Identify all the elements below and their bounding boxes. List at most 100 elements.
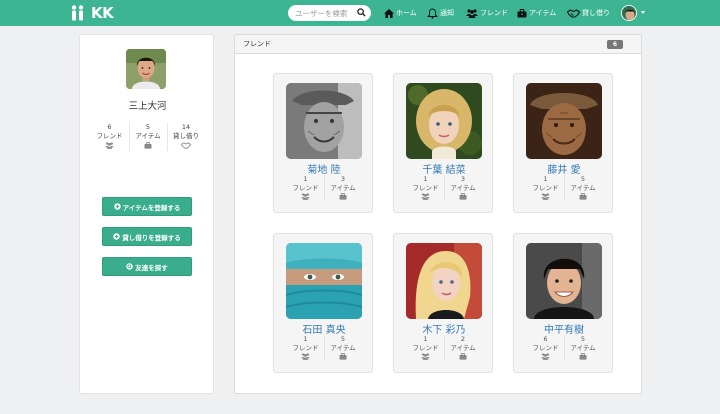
profile-stat-friends[interactable]: 6 フレンド (91, 123, 129, 151)
stat-count: 2 (460, 335, 466, 343)
friend-stat-friends: 1 フレンド (407, 175, 444, 200)
friends-panel: フレンド 6 菊地 陸 1 フレンド 3 アイテム 千葉 結菜 1 フレンド 3… (234, 34, 642, 394)
home-icon (384, 8, 394, 18)
friend-stat-items: 3 アイテム (324, 175, 361, 200)
register-lending-button[interactable]: 貸し借りを登録する (102, 227, 192, 246)
stat-label: アイテム (330, 183, 356, 192)
friend-name[interactable]: 千葉 結菜 (394, 161, 494, 176)
friend-name[interactable]: 藤井 愛 (514, 161, 614, 176)
find-friends-button[interactable]: 友達を探す (102, 257, 192, 276)
users-icon (541, 193, 550, 200)
nav-home[interactable]: ホーム (384, 6, 417, 20)
stat-label: フレンド (532, 343, 559, 352)
panel-header: フレンド 6 (235, 35, 641, 54)
friend-name[interactable]: 菊地 陸 (274, 161, 374, 176)
nav-lending[interactable]: 貸し借り (567, 6, 610, 20)
stat-label: フレンド (292, 183, 319, 192)
friend-photo[interactable] (526, 83, 602, 159)
friend-photo[interactable] (406, 83, 482, 159)
friend-stat-items: 5 アイテム (564, 175, 601, 200)
search-input[interactable] (295, 7, 357, 19)
nav-home-label: ホーム (396, 9, 417, 17)
users-icon (301, 353, 310, 360)
nav-avatar[interactable] (621, 5, 637, 21)
friend-photo[interactable] (406, 243, 482, 319)
register-lending-label: 貸し借りを登録する (122, 233, 181, 242)
plus-circle-icon (113, 233, 120, 240)
nav-items-label: アイテム (529, 9, 557, 17)
stat-count: 1 (423, 175, 428, 183)
stat-count: 3 (340, 175, 346, 183)
stat-count: 1 (423, 335, 428, 343)
briefcase-icon (579, 193, 587, 200)
profile-stat-items[interactable]: 5 アイテム (128, 123, 167, 151)
nav-notify[interactable]: 通知 (427, 6, 454, 20)
friend-name[interactable]: 石田 真央 (274, 321, 374, 336)
friend-card[interactable]: 中平有樹 6 フレンド 5 アイテム (513, 233, 613, 373)
bell-icon (427, 7, 438, 19)
users-icon (301, 193, 310, 200)
friend-name[interactable]: 中平有樹 (514, 321, 614, 336)
stat-count: 6 (543, 335, 548, 343)
handshake-icon (181, 142, 191, 149)
profile-stats: 6 フレンド 5 アイテム 14 貸し借り (80, 123, 215, 151)
nav-friends-label: フレンド (480, 9, 508, 17)
register-item-label: アイテムを登録する (122, 203, 181, 212)
friend-photo[interactable] (286, 83, 362, 159)
profile-photo (126, 49, 166, 89)
friend-stat-items: 5 アイテム (324, 335, 361, 360)
avatar-image (622, 6, 636, 20)
friend-photo[interactable] (526, 243, 602, 319)
app-logo[interactable]: KK (70, 3, 114, 23)
friend-card[interactable]: 木下 彩乃 1 フレンド 2 アイテム (393, 233, 493, 373)
nav-lending-label: 貸し借り (582, 9, 610, 17)
stat-label: アイテム (450, 343, 476, 352)
friend-stat-items: 2 アイテム (444, 335, 481, 360)
briefcase-icon (339, 193, 347, 200)
friend-card[interactable]: 石田 真央 1 フレンド 5 アイテム (273, 233, 373, 373)
profile-stat-lending[interactable]: 14 貸し借り (166, 123, 205, 151)
nav-friends[interactable]: フレンド (466, 6, 508, 20)
friend-card[interactable]: 藤井 愛 1 フレンド 5 アイテム (513, 73, 613, 213)
stat-count: 1 (303, 175, 308, 183)
stat-count: 1 (543, 175, 548, 183)
briefcase-icon (517, 8, 527, 17)
briefcase-icon (459, 193, 467, 200)
users-icon (466, 8, 478, 18)
users-icon (105, 142, 114, 149)
friend-card[interactable]: 千葉 結菜 1 フレンド 3 アイテム (393, 73, 493, 213)
stat-count: 5 (340, 335, 346, 343)
stat-count: 1 (303, 335, 308, 343)
stat-label: フレンド (96, 132, 123, 140)
stat-count: 14 (181, 123, 191, 131)
register-item-button[interactable]: アイテムを登録する (102, 197, 192, 216)
friend-stat-items: 5 アイテム (564, 335, 601, 360)
users-icon (421, 353, 430, 360)
plus-circle-icon (113, 203, 121, 210)
profile-card: 三上大河 6 フレンド 5 アイテム 14 貸し借り アイテムを登録する 貸し借… (79, 34, 214, 394)
nav-notify-label: 通知 (440, 9, 454, 17)
briefcase-icon (579, 353, 587, 360)
stat-count: 5 (580, 175, 586, 183)
find-friends-label: 友達を探す (135, 263, 168, 272)
chevron-down-icon[interactable] (641, 11, 645, 14)
friend-count-badge: 6 (607, 40, 623, 49)
friend-stat-items: 3 アイテム (444, 175, 481, 200)
briefcase-icon (459, 353, 467, 360)
stat-count: 3 (460, 175, 466, 183)
friend-stat-friends: 1 フレンド (287, 335, 324, 360)
friend-photo[interactable] (286, 243, 362, 319)
friend-stat-friends: 6 フレンド (527, 335, 564, 360)
search-icon[interactable] (357, 8, 366, 17)
friend-card[interactable]: 菊地 陸 1 フレンド 3 アイテム (273, 73, 373, 213)
stat-count: 6 (107, 123, 112, 131)
friend-name[interactable]: 木下 彩乃 (394, 321, 494, 336)
briefcase-icon (144, 142, 152, 149)
panel-title: フレンド (243, 40, 271, 48)
stat-label: 貸し借り (173, 132, 199, 140)
navbar: KK ホーム 通知 フレンド (0, 0, 720, 26)
stat-count: 5 (580, 335, 586, 343)
nav-items[interactable]: アイテム (517, 6, 556, 20)
stat-label: アイテム (330, 343, 356, 352)
stat-label: アイテム (570, 183, 596, 192)
